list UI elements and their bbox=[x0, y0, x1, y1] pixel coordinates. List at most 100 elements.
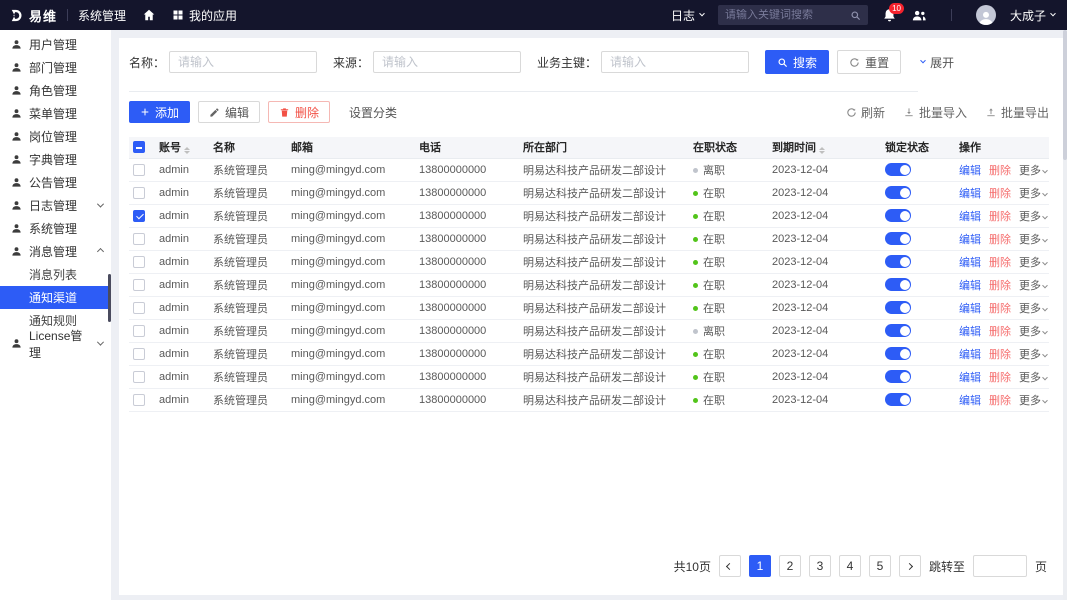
batch-import-button[interactable]: 批量导入 bbox=[903, 104, 967, 121]
sidebar-item[interactable]: 日志管理 bbox=[0, 194, 111, 217]
row-edit-link[interactable]: 编辑 bbox=[959, 372, 981, 384]
row-delete-link[interactable]: 删除 bbox=[989, 188, 1011, 200]
sidebar-item[interactable]: 系统管理 bbox=[0, 217, 111, 240]
lock-toggle[interactable] bbox=[885, 370, 911, 383]
row-delete-link[interactable]: 删除 bbox=[989, 303, 1011, 315]
column-header[interactable]: 在职状态 bbox=[689, 137, 768, 159]
lock-toggle[interactable] bbox=[885, 324, 911, 337]
sidebar-item[interactable]: 公告管理 bbox=[0, 171, 111, 194]
row-edit-link[interactable]: 编辑 bbox=[959, 280, 981, 292]
lock-toggle[interactable] bbox=[885, 255, 911, 268]
lock-toggle[interactable] bbox=[885, 393, 911, 406]
row-more-link[interactable]: 更多 bbox=[1019, 349, 1048, 361]
pagination-jump-input[interactable] bbox=[972, 555, 1027, 577]
row-more-link[interactable]: 更多 bbox=[1019, 257, 1048, 269]
row-delete-link[interactable]: 删除 bbox=[989, 211, 1011, 223]
expand-button[interactable]: 展开 bbox=[909, 50, 967, 74]
row-delete-link[interactable]: 删除 bbox=[989, 234, 1011, 246]
lock-toggle[interactable] bbox=[885, 301, 911, 314]
sidebar-item[interactable]: License管理 bbox=[0, 329, 111, 360]
lock-toggle[interactable] bbox=[885, 209, 911, 222]
sidebar-item[interactable]: 字典管理 bbox=[0, 148, 111, 171]
pagination-page-button[interactable]: 2 bbox=[778, 555, 801, 577]
sort-icon[interactable] bbox=[184, 147, 190, 155]
delete-button[interactable]: 删除 bbox=[268, 101, 331, 123]
row-delete-link[interactable]: 删除 bbox=[989, 280, 1011, 292]
row-more-link[interactable]: 更多 bbox=[1019, 280, 1048, 292]
row-checkbox[interactable] bbox=[133, 255, 145, 268]
pagination-page-button[interactable]: 5 bbox=[868, 555, 891, 577]
row-checkbox[interactable] bbox=[133, 163, 145, 176]
row-more-link[interactable]: 更多 bbox=[1019, 211, 1048, 223]
row-more-link[interactable]: 更多 bbox=[1019, 165, 1048, 177]
row-checkbox[interactable] bbox=[133, 186, 145, 199]
column-header[interactable]: 账号 bbox=[155, 137, 209, 159]
lock-toggle[interactable] bbox=[885, 347, 911, 360]
row-more-link[interactable]: 更多 bbox=[1019, 188, 1048, 200]
filter-source-input[interactable] bbox=[373, 51, 522, 73]
sidebar-subitem[interactable]: 通知渠道 bbox=[0, 286, 111, 309]
row-edit-link[interactable]: 编辑 bbox=[959, 165, 981, 177]
row-delete-link[interactable]: 删除 bbox=[989, 165, 1011, 177]
row-delete-link[interactable]: 删除 bbox=[989, 326, 1011, 338]
edit-button[interactable]: 编辑 bbox=[198, 101, 261, 123]
pagination-prev-button[interactable] bbox=[718, 555, 741, 577]
row-checkbox[interactable] bbox=[133, 232, 145, 245]
row-edit-link[interactable]: 编辑 bbox=[959, 234, 981, 246]
row-more-link[interactable]: 更多 bbox=[1019, 303, 1048, 315]
row-checkbox[interactable] bbox=[133, 393, 145, 406]
row-edit-link[interactable]: 编辑 bbox=[959, 326, 981, 338]
lock-toggle[interactable] bbox=[885, 232, 911, 245]
column-header[interactable]: 邮箱 bbox=[287, 137, 415, 159]
filter-bizkey-input[interactable] bbox=[601, 51, 750, 73]
row-more-link[interactable]: 更多 bbox=[1019, 372, 1048, 384]
refresh-button[interactable]: 刷新 bbox=[846, 104, 885, 121]
sidebar-subitem[interactable]: 消息列表 bbox=[0, 263, 111, 286]
sort-icon[interactable] bbox=[819, 147, 825, 155]
row-checkbox[interactable] bbox=[133, 370, 145, 383]
row-delete-link[interactable]: 删除 bbox=[989, 372, 1011, 384]
sidebar-item[interactable]: 部门管理 bbox=[0, 56, 111, 79]
column-header[interactable]: 锁定状态 bbox=[881, 137, 955, 159]
add-button[interactable]: 添加 bbox=[129, 101, 191, 123]
sidebar-item[interactable]: 岗位管理 bbox=[0, 125, 111, 148]
sidebar-item[interactable]: 菜单管理 bbox=[0, 102, 111, 125]
notification-bell-icon[interactable]: 10 bbox=[882, 2, 904, 23]
row-more-link[interactable]: 更多 bbox=[1019, 234, 1048, 246]
lock-toggle[interactable] bbox=[885, 278, 911, 291]
row-edit-link[interactable]: 编辑 bbox=[959, 188, 981, 200]
topbar-search-input[interactable] bbox=[724, 9, 850, 21]
row-checkbox[interactable] bbox=[133, 278, 145, 291]
batch-export-button[interactable]: 批量导出 bbox=[985, 104, 1049, 121]
row-delete-link[interactable]: 删除 bbox=[989, 395, 1011, 407]
avatar[interactable] bbox=[975, 5, 996, 25]
user-menu[interactable]: 大成子 bbox=[1010, 7, 1056, 24]
row-edit-link[interactable]: 编辑 bbox=[959, 395, 981, 407]
column-header[interactable]: 电话 bbox=[415, 137, 519, 159]
lock-toggle[interactable] bbox=[885, 163, 911, 176]
row-delete-link[interactable]: 删除 bbox=[989, 349, 1011, 361]
row-checkbox[interactable] bbox=[133, 324, 145, 337]
pagination-page-button[interactable]: 4 bbox=[838, 555, 861, 577]
search-icon[interactable] bbox=[850, 10, 861, 21]
pagination-page-button[interactable]: 3 bbox=[808, 555, 831, 577]
row-more-link[interactable]: 更多 bbox=[1019, 326, 1048, 338]
row-edit-link[interactable]: 编辑 bbox=[959, 349, 981, 361]
set-category-button[interactable]: 设置分类 bbox=[338, 101, 409, 123]
page-scrollbar[interactable] bbox=[1063, 30, 1067, 600]
select-all-checkbox[interactable] bbox=[133, 141, 145, 154]
row-edit-link[interactable]: 编辑 bbox=[959, 257, 981, 269]
topbar-search[interactable] bbox=[717, 5, 868, 25]
reset-button[interactable]: 重置 bbox=[837, 50, 902, 74]
contacts-icon[interactable] bbox=[911, 8, 927, 23]
lock-toggle[interactable] bbox=[885, 186, 911, 199]
log-dropdown[interactable]: 日志 bbox=[671, 7, 705, 24]
column-header[interactable]: 所在部门 bbox=[519, 137, 689, 159]
search-button[interactable]: 搜索 bbox=[765, 50, 830, 74]
row-delete-link[interactable]: 删除 bbox=[989, 257, 1011, 269]
column-header[interactable]: 操作 bbox=[955, 137, 1049, 159]
my-apps-nav[interactable]: 我的应用 bbox=[172, 7, 237, 24]
column-header[interactable]: 名称 bbox=[209, 137, 287, 159]
sidebar-item[interactable]: 消息管理 bbox=[0, 240, 111, 263]
row-edit-link[interactable]: 编辑 bbox=[959, 211, 981, 223]
